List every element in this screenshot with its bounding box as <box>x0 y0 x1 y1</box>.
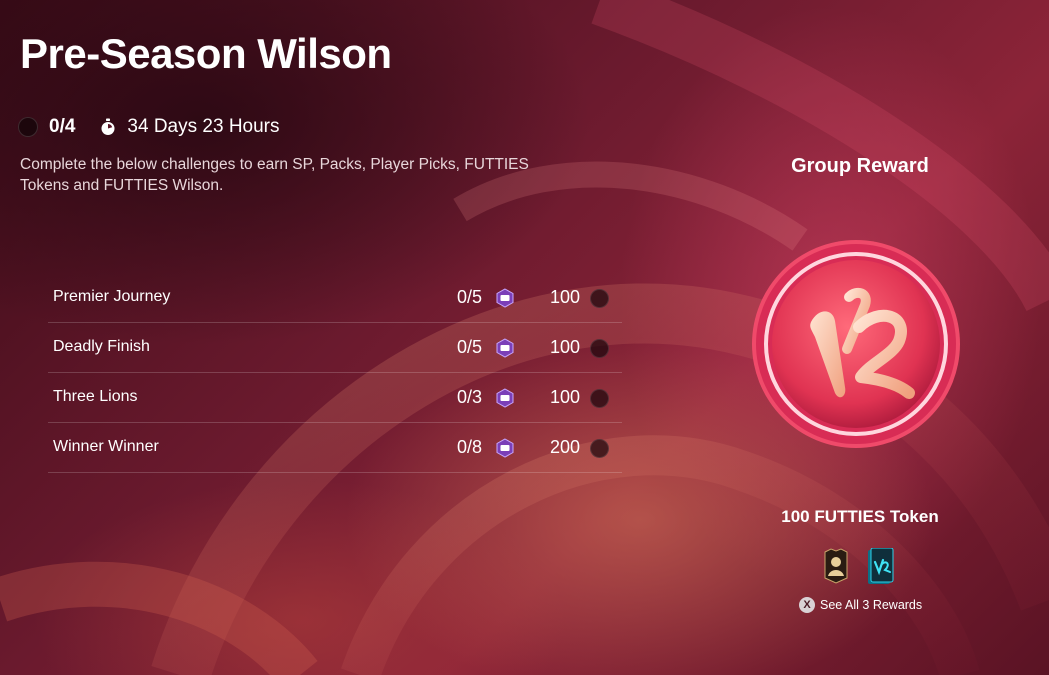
futties-pack-icon[interactable] <box>866 548 894 586</box>
challenge-points: 100 <box>549 337 580 357</box>
see-all-rewards-button[interactable]: X See All 3 Rewards <box>799 597 922 613</box>
challenge-points: 100 <box>549 287 580 307</box>
challenge-row-winner-winner[interactable]: Winner Winner 0/8 200 <box>48 423 622 473</box>
player-card-icon[interactable] <box>822 548 850 584</box>
time-remaining: 34 Days 23 Hours <box>127 116 280 137</box>
completion-dot-icon <box>590 339 609 358</box>
challenge-row-three-lions[interactable]: Three Lions 0/3 100 <box>48 373 622 423</box>
challenge-row-premier-journey[interactable]: Premier Journey 0/5 100 <box>48 273 622 323</box>
challenge-progress: 0/3 <box>456 387 482 407</box>
challenge-name: Three Lions <box>53 388 138 405</box>
challenge-name: Winner Winner <box>53 438 159 455</box>
challenge-progress: 0/5 <box>456 287 482 307</box>
x-button-icon: X <box>799 597 815 613</box>
season-points-icon <box>496 438 514 458</box>
challenge-progress: 0/5 <box>456 337 482 357</box>
challenge-list: Premier Journey 0/5 100 Deadly Finish 0/… <box>48 273 622 473</box>
group-progress: 0/4 <box>49 116 76 137</box>
season-points-icon <box>496 288 514 308</box>
completion-dot-icon <box>590 389 609 408</box>
challenge-points: 100 <box>549 387 580 407</box>
season-points-icon <box>496 338 514 358</box>
challenge-name: Deadly Finish <box>53 338 150 355</box>
reward-preview-list <box>822 548 894 586</box>
circle-progress-icon <box>18 117 38 137</box>
futties-token-icon[interactable] <box>749 237 963 451</box>
page-title: Pre-Season Wilson <box>20 30 392 77</box>
see-all-rewards-label: See All 3 Rewards <box>820 598 923 612</box>
group-reward-label: 100 FUTTIES Token <box>781 507 939 526</box>
challenge-points: 200 <box>549 437 580 457</box>
challenge-progress: 0/8 <box>456 437 482 457</box>
challenge-description: Complete the below challenges to earn SP… <box>20 156 529 194</box>
challenge-row-deadly-finish[interactable]: Deadly Finish 0/5 100 <box>48 323 622 373</box>
completion-dot-icon <box>590 439 609 458</box>
group-reward-heading: Group Reward <box>791 155 929 177</box>
completion-dot-icon <box>590 289 609 308</box>
stopwatch-icon <box>101 118 115 135</box>
challenge-name: Premier Journey <box>53 288 171 305</box>
challenge-meta: 0/4 34 Days 23 Hours <box>18 116 280 138</box>
season-points-icon <box>496 388 514 408</box>
